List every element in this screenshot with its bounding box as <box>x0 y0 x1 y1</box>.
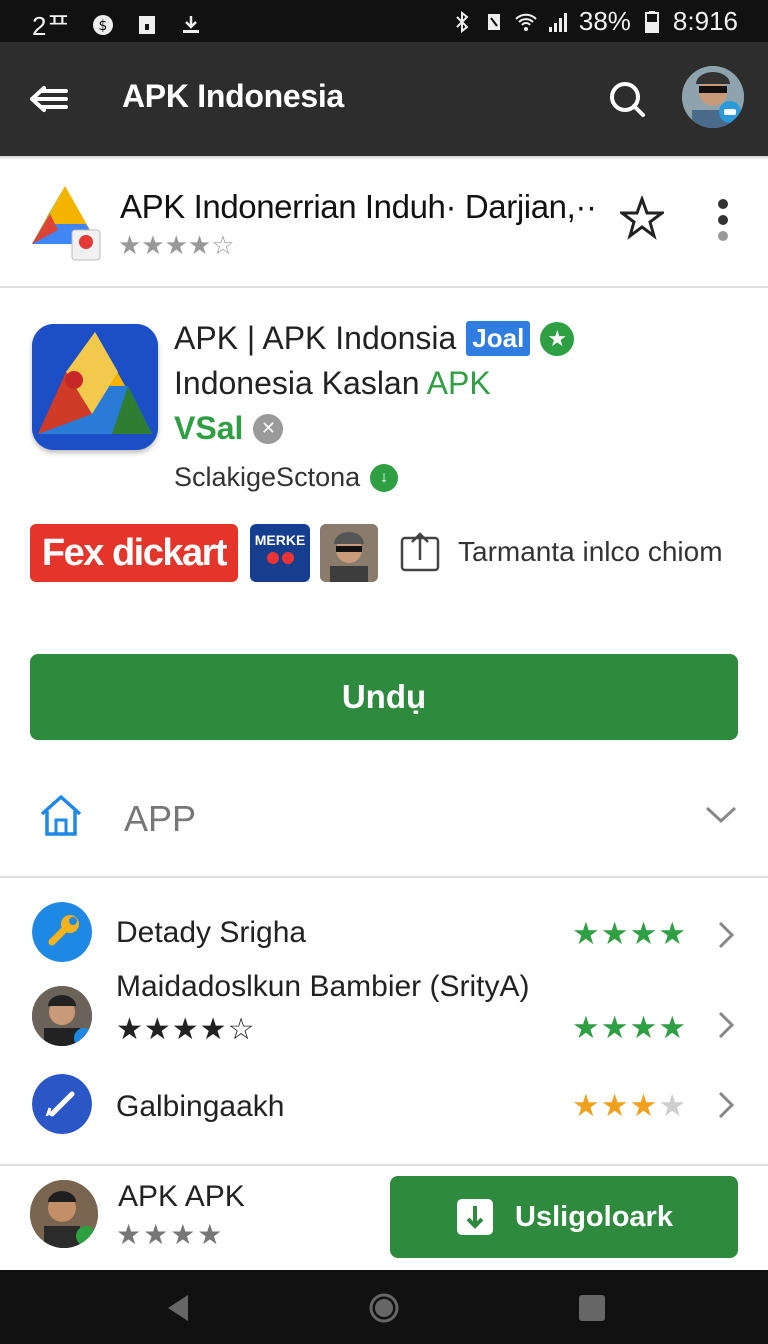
developer-avatar[interactable] <box>30 1180 98 1248</box>
signal-icon <box>548 12 567 32</box>
list-item-title: Maidadoslkun Bambier (SrityA) <box>116 970 530 1003</box>
screenshot-thumbnail[interactable] <box>320 524 378 582</box>
merke-dots <box>250 552 310 564</box>
detail-title-line: APK | APK Indonsia Joal ★ <box>174 320 575 357</box>
list-item-rating: ★★★★ <box>572 1088 688 1123</box>
list-item[interactable]: Galbingaakh ★★★★ <box>0 1070 768 1150</box>
install-icon <box>457 1199 494 1235</box>
detail-tag-line: VSal ✕ <box>174 410 284 447</box>
developer-line: SclakigeSctona ↓ <box>174 462 399 493</box>
more-vert-icon[interactable] <box>714 198 732 242</box>
nav-home-icon[interactable] <box>368 1292 400 1324</box>
chevron-right-icon[interactable] <box>716 1010 736 1040</box>
chevron-right-icon[interactable] <box>716 920 736 950</box>
nav-back-icon[interactable] <box>162 1292 194 1324</box>
merke-tile[interactable]: MERKE <box>250 524 310 582</box>
header-rating: ★★★★☆ <box>118 230 235 260</box>
app-section-row[interactable]: APP <box>0 774 768 878</box>
home-icon <box>40 795 82 836</box>
status-left-text: 2ᄑ <box>32 11 71 41</box>
list-item[interactable]: Maidadoslkun Bambier (SrityA) ★★★★☆ ★★★★ <box>0 970 768 1060</box>
detail-tag: VSal <box>174 410 244 446</box>
share-icon[interactable] <box>398 530 442 574</box>
user-avatar[interactable] <box>682 66 744 128</box>
nav-recents-icon[interactable] <box>576 1292 608 1324</box>
list-item-title: Detady Srigha <box>116 916 307 949</box>
app-bar: APK Indonesia <box>0 42 768 156</box>
vibrate-icon <box>487 13 500 30</box>
install-button-label: Usligoloark <box>515 1200 673 1233</box>
detail-subtitle-line: Indonesia Kaslan APK <box>174 365 491 402</box>
joal-badge: Joal <box>466 321 531 356</box>
app-icon <box>32 324 158 450</box>
close-circle-icon[interactable]: ✕ <box>253 413 284 444</box>
download-status-icon <box>183 15 200 33</box>
app-bar-title: APK Indonesia <box>122 78 344 114</box>
app-header-row[interactable]: APK Indonerrian Induh· Darjian,·· ★★★★☆ <box>0 160 768 288</box>
download-button[interactable]: Undụ <box>30 654 738 740</box>
chevron-down-icon[interactable] <box>704 802 738 826</box>
chevron-right-icon[interactable] <box>716 1090 736 1120</box>
back-arrow-icon[interactable] <box>28 78 70 120</box>
promo-banner[interactable]: Fex dickart <box>30 524 238 582</box>
search-icon[interactable] <box>606 78 648 120</box>
app-section-label: APP <box>124 798 197 839</box>
app-name: APK Indonerrian Induh· Darjian,·· <box>120 188 597 225</box>
list-item-sub-rating: ★★★★☆ <box>116 1013 256 1046</box>
status-bar: 2ᄑ $ 38% 8:916 <box>0 0 768 42</box>
detail-subtitle-apk: APK <box>426 365 491 401</box>
bluetooth-icon <box>456 10 469 33</box>
bottom-rating: ★★★★ <box>116 1219 225 1250</box>
battery-icon <box>644 10 659 33</box>
list-item-rating: ★★★★ <box>572 1010 688 1045</box>
battery-percent: 38% <box>578 6 631 36</box>
list-item[interactable]: Detady Srigha ★★★★ <box>0 900 768 970</box>
share-text: Tarmanta inlco chiom <box>458 536 723 567</box>
bottom-title: APK APK <box>118 1180 245 1213</box>
sim-icon <box>139 15 156 34</box>
link-icon <box>32 1074 92 1134</box>
download-badge-icon: ↓ <box>370 463 399 492</box>
developer-name[interactable]: SclakigeSctona <box>174 462 360 493</box>
app-logo-icon <box>32 186 101 261</box>
wrench-icon <box>32 902 92 962</box>
wifi-icon <box>515 13 537 31</box>
install-button[interactable]: Usligoloark <box>390 1176 738 1258</box>
clock: 8:916 <box>672 6 738 36</box>
merke-label: MERKE <box>254 532 306 548</box>
list-item-title: Galbingaakh <box>116 1090 285 1123</box>
list-item-rating: ★★★★ <box>572 916 688 951</box>
star-outline-icon[interactable] <box>620 196 664 240</box>
system-nav-bar <box>0 1270 768 1344</box>
reviewer-avatar <box>32 986 92 1046</box>
sync-icon: $ <box>93 14 114 35</box>
bottom-divider <box>0 1164 768 1166</box>
detail-title: APK | APK Indonsia <box>174 320 457 356</box>
svg-text:$: $ <box>99 18 108 34</box>
detail-subtitle: Indonesia Kaslan <box>174 365 427 401</box>
verified-star-icon: ★ <box>540 321 575 356</box>
